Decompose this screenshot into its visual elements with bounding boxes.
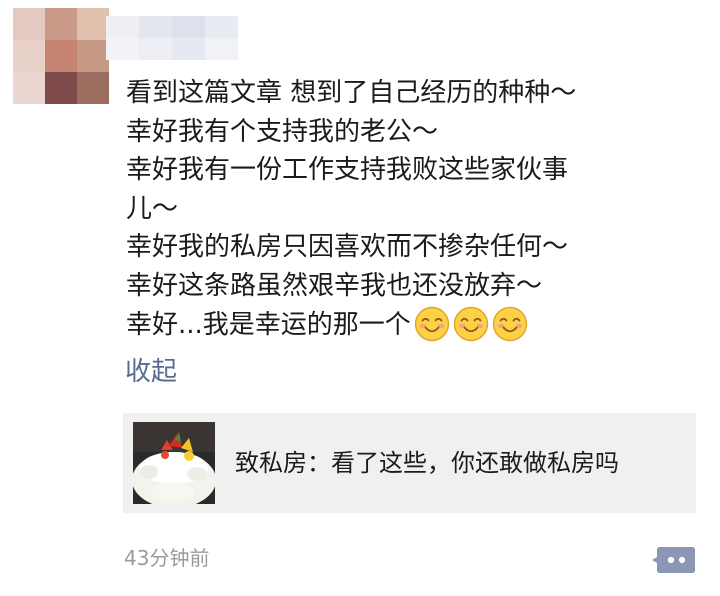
nickname-pixel (205, 16, 238, 38)
nickname-pixel (106, 16, 139, 38)
cake-image (133, 422, 215, 504)
comment-dots-icon[interactable] (652, 545, 696, 575)
avatar-pixel (77, 8, 109, 40)
avatar-pixel (13, 8, 45, 40)
nickname-pixel (205, 38, 238, 60)
nickname-pixel (139, 38, 172, 60)
nickname-pixel (106, 38, 139, 60)
nickname-pixel (139, 16, 172, 38)
post-line: 幸好...我是幸运的那一个 (126, 309, 411, 340)
smiling-face-icon (453, 306, 488, 341)
collapse-link[interactable]: 收起 (125, 354, 177, 390)
post-line: 幸好这条路虽然艰辛我也还没放弃～ (126, 270, 543, 301)
avatar-pixel (77, 40, 109, 72)
avatar-pixel (45, 8, 77, 40)
avatar-pixel (13, 72, 45, 104)
article-title: 致私房：看了这些，你还敢做私房吗 (235, 449, 619, 477)
post-line: 幸好我有一份工作支持我败这些家伙事 (126, 155, 569, 186)
smiling-face-icon (492, 306, 527, 341)
post-line: 看到这篇文章 想到了自己经历的种种～ (126, 78, 577, 108)
post-timestamp: 43分钟前 (124, 546, 210, 570)
avatar-pixel (77, 72, 109, 104)
nickname-pixel (172, 16, 205, 38)
article-thumbnail (133, 422, 215, 504)
nickname-pixel (172, 38, 205, 60)
post-line: 幸好我的私房只因喜欢而不掺杂任何～ (126, 232, 569, 263)
smiling-face-icon (414, 306, 449, 341)
post-line: 幸好我有个支持我的老公～ (126, 116, 439, 147)
post-line: 儿～ (126, 193, 179, 224)
avatar[interactable] (13, 8, 109, 104)
nickname-blurred[interactable] (106, 16, 238, 60)
avatar-pixel (45, 72, 77, 104)
post-text: 看到这篇文章 想到了自己经历的种种～ 幸好我有个支持我的老公～ 幸好我有一份工作… (126, 74, 706, 344)
avatar-pixel (13, 40, 45, 72)
post-last-line: 幸好...我是幸运的那一个 (126, 306, 706, 345)
avatar-pixel (45, 40, 77, 72)
shared-article-card[interactable]: 致私房：看了这些，你还敢做私房吗 (123, 413, 696, 513)
